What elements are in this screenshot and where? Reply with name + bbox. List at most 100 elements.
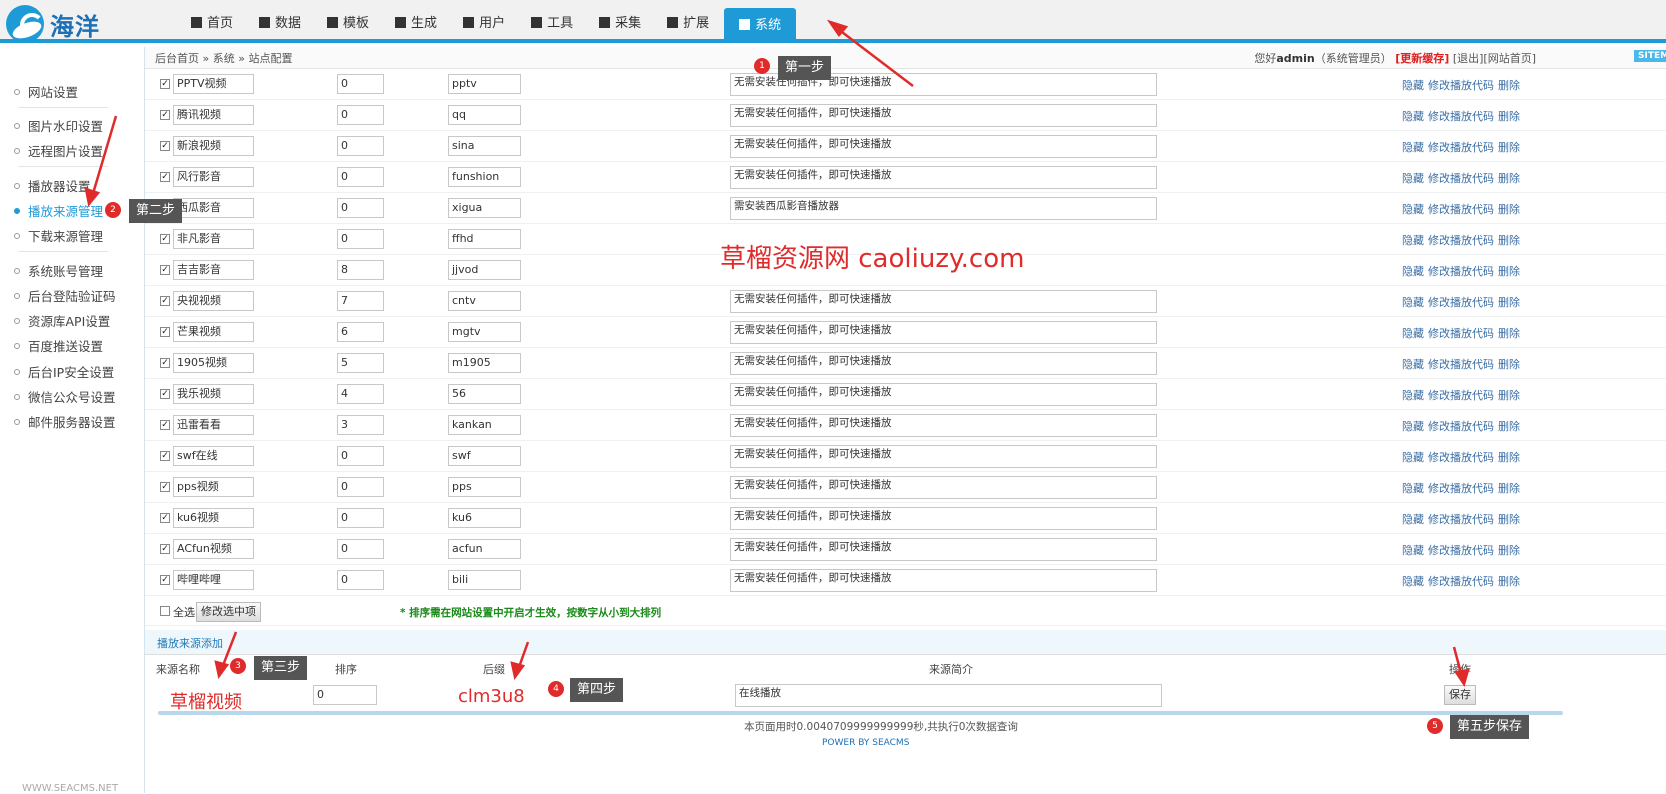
sort-input[interactable]: 0 (337, 198, 384, 218)
delete-link[interactable]: 删除 (1498, 420, 1520, 433)
hide-link[interactable]: 隐藏 (1402, 544, 1424, 557)
nav-home[interactable]: 首页 (180, 8, 244, 40)
sort-input[interactable]: 0 (337, 508, 384, 528)
hide-link[interactable]: 隐藏 (1402, 327, 1424, 340)
hide-link[interactable]: 隐藏 (1402, 110, 1424, 123)
sidebar-item-mail[interactable]: 邮件服务器设置 (14, 412, 144, 430)
row-checkbox[interactable]: ✓ (160, 544, 170, 554)
hide-link[interactable]: 隐藏 (1402, 172, 1424, 185)
edit-code-link[interactable]: 修改播放代码 (1428, 79, 1494, 92)
row-checkbox[interactable]: ✓ (160, 420, 170, 430)
edit-code-link[interactable]: 修改播放代码 (1428, 141, 1494, 154)
hide-link[interactable]: 隐藏 (1402, 296, 1424, 309)
suffix-input[interactable]: sina (448, 136, 521, 156)
sidebar-item-accounts[interactable]: 系统账号管理 (14, 261, 144, 279)
sort-input[interactable]: 0 (337, 105, 384, 125)
row-checkbox[interactable]: ✓ (160, 296, 170, 306)
delete-link[interactable]: 删除 (1498, 234, 1520, 247)
row-checkbox[interactable]: ✓ (160, 482, 170, 492)
delete-link[interactable]: 删除 (1498, 265, 1520, 278)
suffix-input[interactable]: funshion (448, 167, 521, 187)
suffix-input[interactable]: cntv (448, 291, 521, 311)
suffix-input[interactable]: jjvod (448, 260, 521, 280)
site-home-link[interactable]: [网站首页] (1483, 52, 1536, 65)
row-checkbox[interactable]: ✓ (160, 451, 170, 461)
row-checkbox[interactable]: ✓ (160, 389, 170, 399)
suffix-input[interactable]: swf (448, 446, 521, 466)
edit-code-link[interactable]: 修改播放代码 (1428, 358, 1494, 371)
row-checkbox[interactable]: ✓ (160, 110, 170, 120)
sidebar-item-ip-security[interactable]: 后台IP安全设置 (14, 362, 144, 380)
delete-link[interactable]: 删除 (1498, 544, 1520, 557)
save-button[interactable]: 保存 (1444, 685, 1476, 705)
logout-link[interactable]: [退出] (1453, 52, 1484, 65)
source-name-input[interactable]: ku6视频 (173, 508, 254, 528)
source-name-input[interactable]: 1905视频 (173, 353, 254, 373)
row-checkbox[interactable]: ✓ (160, 358, 170, 368)
edit-code-link[interactable]: 修改播放代码 (1428, 327, 1494, 340)
sidebar-item-wechat[interactable]: 微信公众号设置 (14, 387, 144, 405)
description-input[interactable]: 无需安装任何插件，即可快速播放 (730, 476, 1157, 499)
delete-link[interactable]: 删除 (1498, 575, 1520, 588)
sidebar-item-baidu-push[interactable]: 百度推送设置 (14, 336, 144, 354)
delete-link[interactable]: 删除 (1498, 79, 1520, 92)
nav-system[interactable]: 系统 (724, 8, 797, 43)
edit-code-link[interactable]: 修改播放代码 (1428, 234, 1494, 247)
sidebar-item-download-source[interactable]: 下载来源管理 (14, 226, 144, 244)
nav-extend[interactable]: 扩展 (656, 8, 720, 40)
sidebar-item-player[interactable]: 播放器设置 (14, 176, 144, 194)
delete-link[interactable]: 删除 (1498, 389, 1520, 402)
sort-input[interactable]: 0 (337, 229, 384, 249)
delete-link[interactable]: 删除 (1498, 451, 1520, 464)
hide-link[interactable]: 隐藏 (1402, 513, 1424, 526)
suffix-input[interactable]: kankan (448, 415, 521, 435)
row-checkbox[interactable]: ✓ (160, 172, 170, 182)
source-name-input[interactable]: 我乐视频 (173, 384, 254, 404)
delete-link[interactable]: 删除 (1498, 172, 1520, 185)
source-name-input[interactable]: 腾讯视频 (173, 105, 254, 125)
description-input[interactable]: 无需安装任何插件，即可快速播放 (730, 445, 1157, 468)
nav-tools[interactable]: 工具 (520, 8, 584, 40)
description-input[interactable]: 需安装西瓜影音播放器 (730, 197, 1157, 220)
row-checkbox[interactable]: ✓ (160, 141, 170, 151)
source-name-input[interactable]: 风行影音 (173, 167, 254, 187)
suffix-input[interactable]: 56 (448, 384, 521, 404)
new-suffix-input[interactable]: clm3u8 (458, 686, 525, 707)
hide-link[interactable]: 隐藏 (1402, 141, 1424, 154)
delete-link[interactable]: 删除 (1498, 513, 1520, 526)
delete-link[interactable]: 删除 (1498, 141, 1520, 154)
edit-code-link[interactable]: 修改播放代码 (1428, 451, 1494, 464)
sidebar-item-watermark[interactable]: 图片水印设置 (14, 116, 144, 134)
sort-input[interactable]: 8 (337, 260, 384, 280)
suffix-input[interactable]: acfun (448, 539, 521, 559)
description-input[interactable]: 无需安装任何插件，即可快速播放 (730, 135, 1157, 158)
edit-code-link[interactable]: 修改播放代码 (1428, 172, 1494, 185)
hide-link[interactable]: 隐藏 (1402, 79, 1424, 92)
edit-code-link[interactable]: 修改播放代码 (1428, 513, 1494, 526)
hide-link[interactable]: 隐藏 (1402, 482, 1424, 495)
hide-link[interactable]: 隐藏 (1402, 451, 1424, 464)
hide-link[interactable]: 隐藏 (1402, 420, 1424, 433)
delete-link[interactable]: 删除 (1498, 110, 1520, 123)
description-input[interactable]: 无需安装任何插件，即可快速播放 (730, 569, 1157, 592)
hide-link[interactable]: 隐藏 (1402, 389, 1424, 402)
sort-input[interactable]: 0 (337, 446, 384, 466)
row-checkbox[interactable]: ✓ (160, 513, 170, 523)
source-name-input[interactable]: PPTV视频 (173, 74, 254, 94)
source-name-input[interactable]: pps视频 (173, 477, 254, 497)
row-checkbox[interactable]: ✓ (160, 234, 170, 244)
edit-code-link[interactable]: 修改播放代码 (1428, 482, 1494, 495)
suffix-input[interactable]: mgtv (448, 322, 521, 342)
new-sort-input[interactable]: 0 (313, 685, 377, 705)
edit-code-link[interactable]: 修改播放代码 (1428, 575, 1494, 588)
edit-code-link[interactable]: 修改播放代码 (1428, 110, 1494, 123)
edit-code-link[interactable]: 修改播放代码 (1428, 420, 1494, 433)
sort-input[interactable]: 0 (337, 167, 384, 187)
suffix-input[interactable]: pptv (448, 74, 521, 94)
row-checkbox[interactable]: ✓ (160, 575, 170, 585)
description-input[interactable]: 无需安装任何插件，即可快速播放 (730, 290, 1157, 313)
row-checkbox[interactable]: ✓ (160, 327, 170, 337)
sort-input[interactable]: 3 (337, 415, 384, 435)
source-name-input[interactable]: 吉吉影音 (173, 260, 254, 280)
nav-generate[interactable]: 生成 (384, 8, 448, 40)
